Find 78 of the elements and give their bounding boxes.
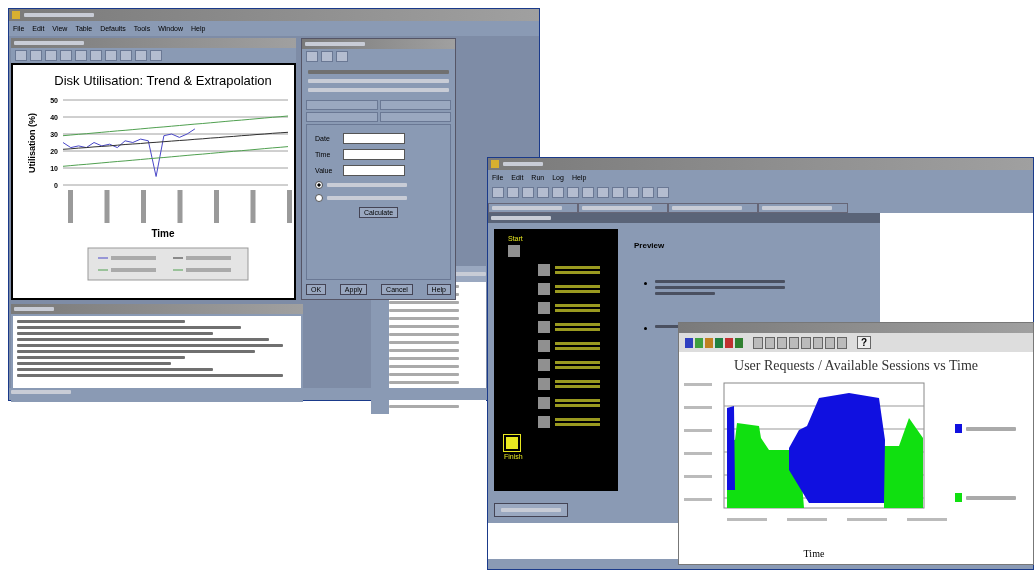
step-node-icon[interactable] — [508, 245, 520, 257]
blurred-step-label — [555, 398, 600, 408]
blurred-step-label — [555, 303, 600, 313]
chart-title: Disk Utilisation: Trend & Extrapolation — [54, 73, 272, 88]
help-button[interactable]: ? — [857, 336, 872, 349]
blurred-table-row — [389, 332, 459, 336]
input-field[interactable] — [343, 133, 405, 144]
current-step-icon[interactable] — [504, 435, 520, 451]
blurred-title — [24, 13, 94, 17]
blurred-step-label — [555, 322, 600, 332]
blurred-title — [14, 41, 84, 45]
blurred-tick-label — [684, 452, 712, 455]
blurred-step-label — [555, 379, 600, 389]
step-node-icon[interactable] — [538, 302, 550, 314]
step-node-icon[interactable] — [538, 283, 550, 295]
blurred-tick-label — [684, 383, 712, 386]
blurred-tick-label — [684, 429, 712, 432]
blurred-table-row — [389, 404, 459, 408]
blurred-table-row — [389, 340, 459, 344]
blurred-title — [491, 216, 551, 220]
blurred-table-row — [389, 364, 459, 368]
axis-title: Time — [802, 548, 826, 559]
blurred-step-label — [555, 360, 600, 370]
blurred-tick-label — [684, 475, 712, 478]
blurred-step-label — [555, 417, 600, 427]
toolbar-icons-drawing[interactable] — [685, 337, 743, 348]
page-heading: Preview — [634, 241, 666, 250]
radio-button[interactable] — [315, 181, 323, 189]
blurred-table-row — [389, 300, 459, 304]
blurred-date-label — [250, 190, 256, 223]
blurred-title — [503, 162, 543, 166]
axis-title: Utilisation (%) — [27, 113, 37, 173]
step-node-icon[interactable] — [538, 378, 550, 390]
blurred-legend-label — [966, 495, 1016, 500]
blurred-table-row — [389, 308, 459, 312]
blurred-table-row — [389, 348, 459, 352]
blurred-tick-label — [684, 406, 712, 409]
blurred-date-label — [141, 190, 146, 223]
blurred-date-label — [68, 190, 73, 223]
app-icon — [12, 11, 20, 19]
step-node-icon[interactable] — [538, 340, 550, 352]
blurred-tick-label — [727, 518, 767, 521]
step-node-icon[interactable] — [538, 359, 550, 371]
toolbar-icons-drawing[interactable] — [753, 336, 847, 349]
blurred-date-label — [287, 190, 292, 223]
blurred-tick-label — [684, 498, 712, 501]
blurred-date-label — [104, 190, 110, 223]
blurred-tick-label — [907, 518, 947, 521]
input-field[interactable] — [343, 149, 405, 160]
blurred-text — [11, 390, 71, 394]
blurred-date-label — [214, 190, 219, 223]
blurred-step-label — [555, 265, 600, 275]
blurred-tick-label — [787, 518, 827, 521]
blurred-table-row — [389, 316, 459, 320]
step-node-icon[interactable] — [538, 416, 550, 428]
step-node-icon[interactable] — [538, 264, 550, 276]
axis-title: Time — [151, 228, 175, 239]
blurred-step-label — [555, 341, 600, 351]
legend-swatch-icon — [955, 424, 962, 433]
blurred-table-row — [389, 324, 459, 328]
blurred-tick-label — [847, 518, 887, 521]
blurred-date-label — [177, 190, 183, 223]
radio-button[interactable] — [315, 194, 323, 202]
step-node-icon[interactable] — [538, 397, 550, 409]
legend-swatch-icon — [955, 493, 962, 502]
step-node-icon[interactable] — [538, 321, 550, 333]
chart-title: User Requests / Available Sessions vs Time — [733, 357, 979, 375]
input-field[interactable] — [343, 165, 405, 176]
blurred-title — [305, 42, 365, 46]
blurred-text — [655, 292, 715, 295]
blurred-table-row — [389, 380, 459, 384]
blurred-legend-label — [966, 426, 1016, 431]
app-icon — [491, 160, 499, 168]
blurred-step-label — [555, 284, 600, 294]
wizard-button[interactable] — [494, 503, 568, 517]
blurred-title — [14, 307, 54, 311]
blurred-table-row — [389, 372, 459, 376]
blurred-table-row — [389, 356, 459, 360]
